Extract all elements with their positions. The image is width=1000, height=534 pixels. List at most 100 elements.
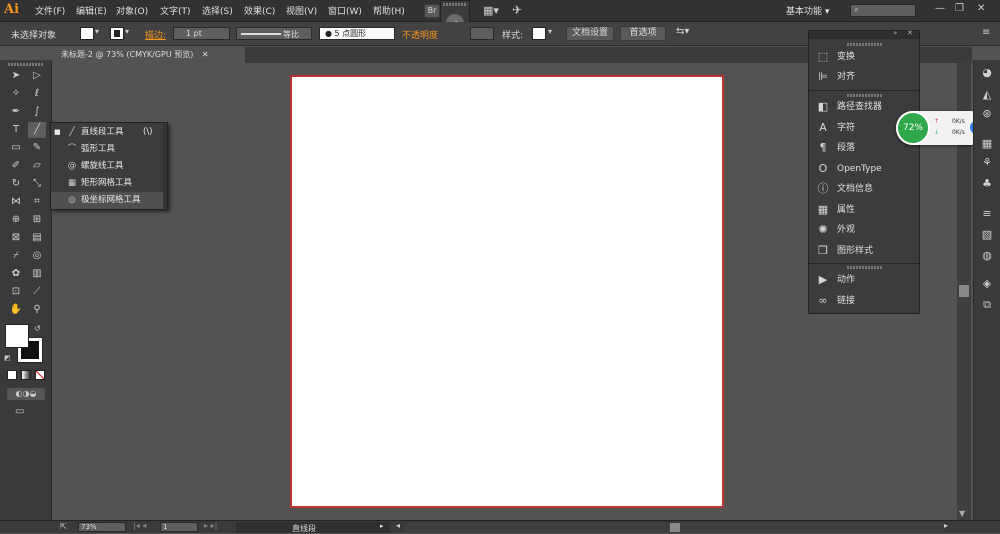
flyout-tearoff-strip[interactable] bbox=[163, 124, 167, 208]
paintbrush-tool-icon[interactable]: ✎ bbox=[28, 140, 46, 156]
swatches-icon[interactable]: ▦ bbox=[978, 135, 996, 153]
panel-group-grip[interactable] bbox=[847, 43, 883, 46]
panel-titlebar[interactable]: » ✕ bbox=[809, 29, 919, 39]
style-swatch[interactable] bbox=[532, 27, 546, 40]
width-tool-icon[interactable]: ⋈ bbox=[7, 194, 25, 210]
panel-item-align[interactable]: ⊫ 对齐 bbox=[809, 67, 919, 87]
memory-usage-badge[interactable]: 72% bbox=[896, 111, 930, 145]
flyout-item-arc[interactable]: ⌒ 弧形工具 bbox=[51, 141, 163, 158]
document-tab[interactable]: 未标题-2 @ 73% (CMYK/GPU 预览) ✕ bbox=[55, 47, 245, 63]
eraser-tool-icon[interactable]: ▱ bbox=[28, 158, 46, 174]
minimize-button[interactable]: — bbox=[935, 3, 945, 14]
cc-libraries-icon[interactable]: ⊛ bbox=[978, 105, 996, 123]
panel-item-attributes[interactable]: ▦ 属性 bbox=[809, 200, 919, 220]
menu-view[interactable]: 视图(V) bbox=[286, 4, 317, 17]
gradient-tool-icon[interactable]: ▤ bbox=[28, 230, 46, 246]
swap-colors-icon[interactable]: ↺ bbox=[34, 324, 41, 333]
symbol-sprayer-tool-icon[interactable]: ✿ bbox=[7, 266, 25, 282]
fill-swatch[interactable] bbox=[80, 27, 94, 40]
panel-group-grip[interactable] bbox=[847, 266, 883, 269]
panel-item-appearance[interactable]: ✺ 外观 bbox=[809, 220, 919, 240]
none-mode-icon[interactable] bbox=[35, 370, 45, 380]
column-graph-tool-icon[interactable]: ▥ bbox=[28, 266, 46, 282]
flyout-item-polar-grid[interactable]: ◎ 极坐标网格工具 bbox=[51, 192, 163, 209]
vertical-scroll-thumb[interactable] bbox=[959, 285, 969, 297]
scroll-right-icon[interactable]: ▸ bbox=[944, 521, 948, 530]
share-icon[interactable]: ⇱ bbox=[60, 522, 67, 531]
scroll-down-icon[interactable]: ▼ bbox=[959, 509, 965, 518]
collapse-panel-icon[interactable]: » bbox=[893, 29, 897, 37]
artboard-tool-icon[interactable]: ⊡ bbox=[7, 284, 25, 300]
shaper-tool-icon[interactable]: ✐ bbox=[7, 158, 25, 174]
control-bar-menu-icon[interactable]: ≡ bbox=[982, 27, 990, 38]
menu-object[interactable]: 对象(O) bbox=[116, 4, 148, 17]
preferences-button[interactable]: 首选项 bbox=[620, 26, 666, 41]
eyedropper-tool-icon[interactable]: ⌿ bbox=[7, 248, 25, 264]
menu-help[interactable]: 帮助(H) bbox=[373, 4, 405, 17]
workspace-switcher[interactable]: 基本功能 ▾ bbox=[786, 4, 829, 17]
panel-item-graphic-styles[interactable]: ❒ 图形样式 bbox=[809, 241, 919, 261]
curvature-tool-icon[interactable]: ∫ bbox=[28, 104, 46, 120]
color-mode-icon[interactable] bbox=[7, 370, 17, 380]
artboard-number-select[interactable]: 1 bbox=[160, 522, 198, 532]
menu-select[interactable]: 选择(S) bbox=[202, 4, 233, 17]
zoom-tool-icon[interactable]: ⚲ bbox=[28, 302, 46, 318]
panel-item-opentype[interactable]: O OpenType bbox=[809, 159, 919, 179]
magic-wand-tool-icon[interactable]: ✧ bbox=[7, 86, 25, 102]
search-input[interactable]: ⌕ bbox=[850, 4, 916, 17]
status-menu-icon[interactable]: ▸ bbox=[380, 522, 384, 530]
color-panel-icon[interactable]: ◕ bbox=[978, 64, 996, 82]
lasso-tool-icon[interactable]: ℓ bbox=[28, 86, 46, 102]
symbols-icon[interactable]: ♣ bbox=[978, 175, 996, 193]
transparency-icon[interactable]: ◍ bbox=[978, 247, 996, 265]
arrange-icon[interactable]: ⇆▾ bbox=[676, 26, 689, 37]
flyout-item-rectangular-grid[interactable]: ▦ 矩形网格工具 bbox=[51, 175, 163, 192]
opacity-label[interactable]: 不透明度 bbox=[402, 28, 438, 41]
zoom-select[interactable]: 73% bbox=[78, 522, 126, 532]
layers-icon[interactable]: ◈ bbox=[978, 275, 996, 293]
mesh-tool-icon[interactable]: ⊠ bbox=[7, 230, 25, 246]
stroke-swatch[interactable] bbox=[110, 27, 124, 40]
perspective-grid-tool-icon[interactable]: ⊞ bbox=[28, 212, 46, 228]
style-dropdown-icon[interactable]: ▾ bbox=[548, 27, 552, 36]
arrange-documents-icon[interactable]: ▦▾ bbox=[483, 4, 499, 17]
panel-item-links[interactable]: ∞ 链接 bbox=[809, 291, 919, 311]
stroke-weight-input[interactable]: 1 pt bbox=[173, 27, 230, 40]
flyout-item-line-segment[interactable]: ■ ╱ 直线段工具 (\) bbox=[51, 124, 163, 141]
horizontal-scrollbar[interactable] bbox=[404, 523, 944, 532]
current-tool-status[interactable]: 直线段 ▸ bbox=[236, 522, 390, 533]
gradient-mode-icon[interactable] bbox=[21, 370, 31, 380]
menu-edit[interactable]: 编辑(E) bbox=[76, 4, 107, 17]
scroll-left-icon[interactable]: ◂ bbox=[396, 521, 400, 530]
gradient-panel-icon[interactable]: ▧ bbox=[978, 226, 996, 244]
stroke-panel-icon[interactable]: ≡ bbox=[978, 205, 996, 223]
stroke-label[interactable]: 描边: bbox=[145, 28, 166, 41]
menu-type[interactable]: 文字(T) bbox=[160, 4, 191, 17]
close-panel-icon[interactable]: ✕ bbox=[907, 29, 913, 37]
draw-mode-icons[interactable]: ◐◑◒ bbox=[7, 388, 45, 400]
fill-dropdown-icon[interactable]: ▾ bbox=[95, 27, 99, 36]
stroke-dropdown-icon[interactable]: ▾ bbox=[125, 27, 129, 36]
horizontal-scroll-thumb[interactable] bbox=[670, 523, 680, 532]
brushes-icon[interactable]: ⚘ bbox=[978, 154, 996, 172]
scale-tool-icon[interactable]: ⤡ bbox=[28, 176, 46, 192]
flyout-item-spiral[interactable]: @ 螺旋线工具 bbox=[51, 158, 163, 175]
slice-tool-icon[interactable]: ⟋ bbox=[28, 284, 46, 300]
selection-tool-icon[interactable]: ➤ bbox=[7, 68, 25, 84]
first-artboard-icon[interactable]: |◂ ◂ bbox=[133, 521, 146, 530]
close-button[interactable]: ✕ bbox=[977, 3, 985, 14]
direct-selection-tool-icon[interactable]: ▷ bbox=[28, 68, 46, 84]
type-tool-icon[interactable]: T bbox=[7, 122, 25, 138]
panel-item-actions[interactable]: ▶ 动作 bbox=[809, 270, 919, 290]
last-artboard-icon[interactable]: ▸ ▸| bbox=[204, 521, 217, 530]
document-tab-close[interactable]: ✕ bbox=[202, 50, 209, 59]
panel-item-document-info[interactable]: ⓘ 文档信息 bbox=[809, 179, 919, 199]
stroke-profile-select[interactable]: 等比 bbox=[236, 27, 312, 40]
menu-effect[interactable]: 效果(C) bbox=[244, 4, 275, 17]
brush-select[interactable]: ● 5 点圆形 bbox=[319, 27, 395, 40]
send-icon[interactable]: ✈ bbox=[512, 3, 522, 17]
artboards-icon[interactable]: ⧉ bbox=[978, 296, 996, 314]
default-colors-icon[interactable]: ◩ bbox=[4, 354, 11, 362]
blend-tool-icon[interactable]: ◎ bbox=[28, 248, 46, 264]
bridge-button[interactable]: Br bbox=[424, 4, 440, 18]
